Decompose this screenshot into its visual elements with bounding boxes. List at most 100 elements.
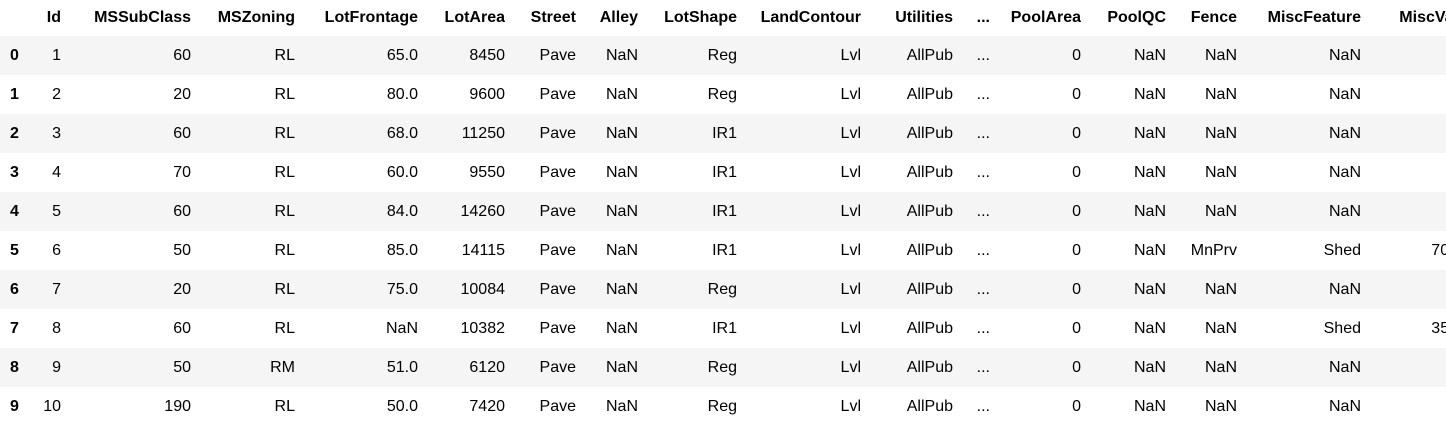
table-cell: Pave <box>539 202 576 220</box>
table-cell: NaN <box>605 85 638 103</box>
table-cell: ... <box>976 163 990 181</box>
table-row: 3 4 70 RL 60.0 9550 Pave NaN IR1 Lvl AllPub... 0 NaN… <box>0 153 1446 192</box>
table-cell: 0 <box>1072 397 1081 415</box>
dataframe-table: Id MSSubClass MSZoning LotFrontage LotAr… <box>0 0 1446 426</box>
table-cell: 0 <box>1072 124 1081 142</box>
table-cell: Reg <box>707 397 737 415</box>
row-index: 6 <box>10 280 19 298</box>
table-cell: 51.0 <box>386 358 418 376</box>
table-cell: NaN <box>605 280 638 298</box>
table-cell: 68.0 <box>386 124 418 142</box>
row-index: 3 <box>10 163 19 181</box>
table-cell: AllPub <box>906 241 953 259</box>
table-cell: ... <box>976 358 990 376</box>
table-cell: NaN <box>605 46 638 64</box>
table-cell: 6120 <box>469 358 505 376</box>
table-cell: 0 <box>1072 163 1081 181</box>
column-header-lotarea: LotArea <box>444 9 505 26</box>
table-cell: NaN <box>1133 319 1166 337</box>
table-cell: 10 <box>43 397 61 415</box>
table-cell: 60 <box>173 202 191 220</box>
column-header-poolarea: PoolArea <box>1010 9 1081 26</box>
table-cell: 60 <box>173 46 191 64</box>
table-cell: NaN <box>1133 124 1166 142</box>
table-cell: Lvl <box>840 319 861 337</box>
table-cell: IR1 <box>712 124 737 142</box>
table-cell: 75.0 <box>386 280 418 298</box>
table-cell: 9550 <box>469 163 505 181</box>
table-cell: 4 <box>52 163 61 181</box>
table-cell: RL <box>274 319 295 337</box>
column-header-ellipsis: ... <box>976 9 990 26</box>
table-cell: Pave <box>539 46 576 64</box>
table-cell: NaN <box>1204 358 1237 376</box>
table-cell: NaN <box>1133 358 1166 376</box>
table-cell: 84.0 <box>386 202 418 220</box>
table-cell: RM <box>270 358 295 376</box>
column-header-alley: Alley <box>599 9 638 26</box>
table-cell: 60 <box>173 319 191 337</box>
table-cell: 0 <box>1072 358 1081 376</box>
table-cell: AllPub <box>906 358 953 376</box>
table-cell: 0 <box>1369 36 1446 75</box>
table-cell: NaN <box>1204 46 1237 64</box>
row-index: 5 <box>10 241 19 259</box>
table-cell: AllPub <box>906 397 953 415</box>
table-cell: AllPub <box>906 280 953 298</box>
table-cell: NaN <box>605 358 638 376</box>
table-cell: NaN <box>1204 397 1237 415</box>
table-cell: NaN <box>605 124 638 142</box>
table-cell: Reg <box>707 85 737 103</box>
table-row: 0 1 60 RL 65.0 8450 Pave NaN Reg Lvl AllPub... 0 NaN… <box>0 36 1446 75</box>
table-cell: 60 <box>173 124 191 142</box>
table-cell: RL <box>274 280 295 298</box>
table-cell: NaN <box>1204 85 1237 103</box>
table-cell: ... <box>976 319 990 337</box>
table-cell: 60.0 <box>386 163 418 181</box>
table-cell: 9600 <box>469 85 505 103</box>
row-index: 9 <box>10 397 19 415</box>
table-cell: 20 <box>173 85 191 103</box>
table-cell: NaN <box>1328 124 1361 142</box>
table-cell: Pave <box>539 241 576 259</box>
table-cell: NaN <box>605 202 638 220</box>
table-cell: RL <box>274 46 295 64</box>
table-cell: Lvl <box>840 358 861 376</box>
column-header-utilities: Utilities <box>895 9 953 26</box>
table-cell: 1 <box>52 46 61 64</box>
table-cell: RL <box>274 85 295 103</box>
column-header-mszoning: MSZoning <box>217 9 295 26</box>
table-cell: RL <box>274 163 295 181</box>
table-row: 5 6 50 RL 85.0 14115 Pave NaN IR1 Lvl AllPub... 0 Na… <box>0 231 1446 270</box>
table-cell: Lvl <box>840 85 861 103</box>
table-cell: 50 <box>173 241 191 259</box>
table-cell: 0 <box>1369 348 1446 387</box>
table-cell: NaN <box>1133 163 1166 181</box>
table-cell: NaN <box>605 163 638 181</box>
table-cell: ... <box>976 46 990 64</box>
table-body: 0 1 60 RL 65.0 8450 Pave NaN Reg Lvl AllPub... 0 NaN… <box>0 36 1446 426</box>
table-cell: IR1 <box>712 319 737 337</box>
column-header-landcontour: LandContour <box>760 9 861 26</box>
table-cell: Reg <box>707 280 737 298</box>
table-cell: AllPub <box>906 163 953 181</box>
table-cell: ... <box>976 397 990 415</box>
table-cell: NaN <box>1204 280 1237 298</box>
table-cell: 0 <box>1369 192 1446 231</box>
table-cell: 50.0 <box>386 397 418 415</box>
table-cell: RL <box>274 397 295 415</box>
table-cell: 5 <box>52 202 61 220</box>
table-cell: 2 <box>52 85 61 103</box>
table-cell: RL <box>274 124 295 142</box>
table-cell: IR1 <box>712 241 737 259</box>
row-index: 8 <box>10 358 19 376</box>
table-cell: Lvl <box>840 163 861 181</box>
table-cell: RL <box>274 241 295 259</box>
table-cell: Lvl <box>840 397 861 415</box>
table-cell: NaN <box>1204 163 1237 181</box>
row-index: 7 <box>10 319 19 337</box>
table-cell: 0 <box>1072 202 1081 220</box>
table-cell: 8 <box>52 319 61 337</box>
table-cell: NaN <box>1328 46 1361 64</box>
column-header-poolqc: PoolQC <box>1107 9 1166 26</box>
